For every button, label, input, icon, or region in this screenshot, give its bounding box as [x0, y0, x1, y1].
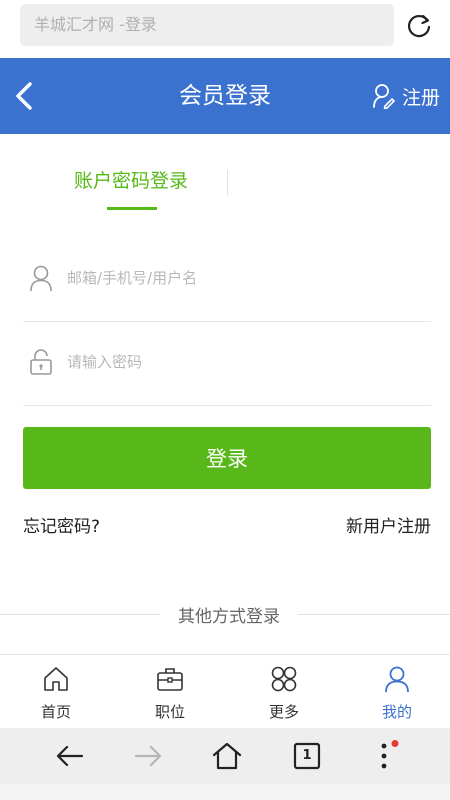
other-login-methods-label: 其他方式登录 — [178, 607, 280, 627]
home-icon — [44, 667, 68, 691]
tab-divider — [227, 170, 228, 196]
bottom-strip — [0, 784, 450, 800]
login-button[interactable]: 登录 — [23, 427, 431, 489]
username-field-row — [23, 238, 431, 322]
tab-jobs[interactable]: 职位 — [125, 655, 215, 729]
app-header: 会员登录 注册 — [0, 58, 450, 134]
browser-url-bar: 羊城汇才网 -登录 — [0, 0, 450, 58]
forward-icon[interactable] — [132, 740, 164, 772]
tab-mine[interactable]: 我的 — [352, 655, 442, 729]
divider-right — [298, 614, 450, 615]
briefcase-icon — [157, 668, 183, 691]
tab-more[interactable]: 更多 — [239, 655, 329, 729]
browser-nav-bar: 1 — [0, 728, 450, 784]
tab-mine-label: 我的 — [381, 703, 412, 721]
register-label: 注册 — [401, 86, 440, 109]
user-edit-icon — [373, 84, 395, 109]
back-icon[interactable] — [54, 740, 86, 772]
new-user-register-link[interactable]: 新用户注册 — [346, 512, 431, 537]
notification-dot — [391, 740, 399, 747]
password-field-row — [23, 322, 431, 406]
tabs-button[interactable]: 1 — [291, 740, 323, 772]
url-field[interactable]: 羊城汇才网 -登录 — [20, 4, 394, 46]
menu-dots-icon[interactable] — [368, 740, 400, 772]
bottom-tab-bar: 首页 职位 更多 我的 — [0, 654, 450, 728]
user-icon — [30, 265, 52, 292]
tab-count: 1 — [302, 748, 312, 763]
tab-home[interactable]: 首页 — [11, 655, 101, 729]
reload-icon[interactable] — [405, 12, 433, 40]
tab-more-label: 更多 — [268, 703, 299, 721]
home-icon[interactable] — [211, 740, 243, 772]
forgot-password-link[interactable]: 忘记密码? — [23, 512, 100, 537]
divider-left — [0, 614, 160, 615]
tab-jobs-label: 职位 — [154, 703, 185, 721]
tab-password-login[interactable]: 账户密码登录 — [70, 166, 192, 193]
lock-icon — [30, 349, 52, 375]
register-link[interactable]: 注册 — [372, 80, 440, 112]
tab-home-label: 首页 — [40, 703, 71, 721]
username-input[interactable] — [67, 260, 407, 296]
tab-active-indicator — [107, 207, 157, 210]
password-input[interactable] — [67, 344, 407, 380]
more-grid-icon — [271, 666, 297, 692]
user-icon — [385, 666, 409, 693]
